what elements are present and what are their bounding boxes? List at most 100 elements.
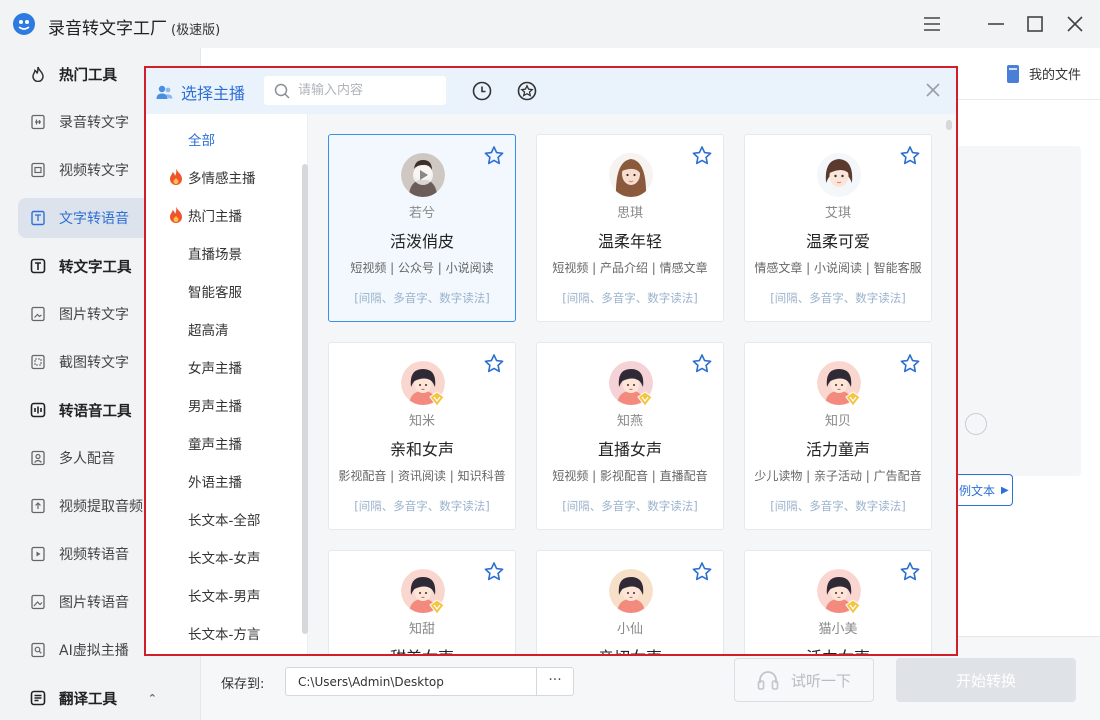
anchor-card[interactable]: 猫小美活力女声 bbox=[744, 550, 932, 654]
category-item[interactable]: 外语主播 bbox=[146, 462, 302, 500]
category-label: 超高清 bbox=[188, 323, 229, 339]
anchor-tags: 短视频 | 公众号 | 小说阅读 bbox=[350, 261, 494, 275]
category-item[interactable]: 智能客服 bbox=[146, 272, 302, 310]
category-item[interactable]: 长文本-女声 bbox=[146, 538, 302, 576]
video-file-icon bbox=[30, 162, 46, 178]
category-label: 长文本-全部 bbox=[188, 513, 261, 529]
close-dialog-icon[interactable] bbox=[924, 81, 942, 99]
anchor-card[interactable]: 知贝 活力童声 少儿读物 | 亲子活动 | 广告配音 [间隔、多音字、数字读法] bbox=[744, 342, 932, 530]
sidebar-item-label: 视频转文字 bbox=[59, 163, 129, 179]
category-item[interactable]: 超高清 bbox=[146, 310, 302, 348]
anchor-style: 温柔年轻 bbox=[597, 232, 662, 251]
anchor-name: 猫小美 bbox=[818, 622, 858, 637]
title-bar: 录音转文字工厂 (极速版) bbox=[0, 0, 1100, 48]
extract-audio-icon bbox=[30, 498, 46, 514]
anchor-card[interactable]: 知燕 直播女声 短视频 | 影视配音 | 直播配音 [间隔、多音字、数字读法] bbox=[536, 342, 724, 530]
maximize-icon[interactable] bbox=[1023, 12, 1047, 36]
grid-scrollbar[interactable] bbox=[946, 120, 952, 130]
sidebar-item-label: 录音转文字 bbox=[59, 115, 129, 131]
save-path-input[interactable] bbox=[285, 667, 536, 696]
category-label: 长文本-方言 bbox=[188, 627, 261, 643]
app-logo-icon bbox=[13, 13, 35, 35]
collapse-caret-icon[interactable]: ⌃ bbox=[148, 692, 157, 705]
text-t-icon bbox=[30, 258, 46, 274]
category-item[interactable]: 长文本-方言 bbox=[146, 614, 302, 652]
favorite-star-icon[interactable] bbox=[516, 80, 538, 102]
sidebar-item-label: 视频转语音 bbox=[59, 547, 129, 563]
favorite-star-icon[interactable] bbox=[899, 145, 921, 167]
sidebar-item-label: 文字转语音 bbox=[59, 211, 129, 227]
search-input[interactable] bbox=[298, 83, 438, 98]
start-convert-button[interactable]: 开始转换 bbox=[896, 658, 1076, 702]
category-item[interactable]: 长文本-男声 bbox=[146, 576, 302, 614]
category-item[interactable]: 女声主播 bbox=[146, 348, 302, 386]
anchor-card[interactable]: 知甜甜美女声 bbox=[328, 550, 516, 654]
translate-icon bbox=[30, 690, 46, 706]
anchor-tags: 短视频 | 产品介绍 | 情感文章 bbox=[552, 261, 708, 275]
anchor-name: 若兮 bbox=[408, 206, 435, 221]
close-window-icon[interactable] bbox=[1063, 12, 1087, 36]
category-label: 多情感主播 bbox=[188, 171, 256, 187]
sidebar-item-label: 多人配音 bbox=[59, 451, 115, 467]
anchor-style: 亲和女声 bbox=[389, 440, 454, 459]
anchor-features: [间隔、多音字、数字读法] bbox=[354, 499, 490, 513]
audio-file-icon bbox=[30, 114, 46, 130]
favorite-star-icon[interactable] bbox=[691, 353, 713, 375]
category-item[interactable]: 多情感主播 bbox=[146, 158, 302, 196]
my-files-label: 我的文件 bbox=[1028, 68, 1081, 83]
favorite-star-icon[interactable] bbox=[483, 353, 505, 375]
dialog-title: 选择主播 bbox=[156, 80, 245, 104]
my-files-button[interactable]: 我的文件 bbox=[1006, 64, 1081, 83]
browse-path-button[interactable]: ··· bbox=[536, 667, 574, 696]
sidebar-item-label: AI虚拟主播 bbox=[59, 643, 129, 659]
clock-history-icon[interactable] bbox=[471, 80, 493, 102]
example-text-label: 例文本 bbox=[959, 483, 996, 498]
search-box[interactable] bbox=[264, 76, 446, 105]
sidebar-item-label: 图片转文字 bbox=[59, 307, 129, 323]
anchor-name: 小仙 bbox=[616, 622, 643, 637]
start-label: 开始转换 bbox=[955, 671, 1016, 690]
play-file-icon bbox=[30, 546, 46, 562]
anchor-avatar bbox=[817, 153, 861, 197]
category-item[interactable]: 直播场景 bbox=[146, 234, 302, 272]
anchor-card[interactable]: 若兮 活泼俏皮 短视频 | 公众号 | 小说阅读 [间隔、多音字、数字读法] bbox=[328, 134, 516, 322]
preview-listen-button[interactable]: 试听一下 bbox=[734, 658, 874, 702]
example-text-button[interactable]: 例文本 ▶ bbox=[957, 474, 1013, 506]
sidebar-section[interactable]: 翻译工具 ⌃ bbox=[18, 678, 183, 718]
category-item[interactable]: 童声主播 bbox=[146, 424, 302, 462]
category-item[interactable]: 热门主播 bbox=[146, 196, 302, 234]
anchor-name: 知米 bbox=[408, 414, 435, 429]
favorite-star-icon[interactable] bbox=[691, 145, 713, 167]
category-item[interactable]: 全部 bbox=[146, 120, 302, 158]
anchor-card[interactable]: 知米 亲和女声 影视配音 | 资讯阅读 | 知识科普 [间隔、多音字、数字读法] bbox=[328, 342, 516, 530]
category-label: 童声主播 bbox=[188, 437, 242, 453]
screenshot-icon bbox=[30, 354, 46, 370]
category-item[interactable]: 长文本-全部 bbox=[146, 500, 302, 538]
edit-circle-icon[interactable] bbox=[965, 413, 987, 435]
favorite-star-icon[interactable] bbox=[899, 561, 921, 583]
favorite-star-icon[interactable] bbox=[483, 145, 505, 167]
users-icon bbox=[156, 85, 173, 99]
anchor-card[interactable]: 思琪 温柔年轻 短视频 | 产品介绍 | 情感文章 [间隔、多音字、数字读法] bbox=[536, 134, 724, 322]
app-edition: (极速版) bbox=[171, 23, 221, 38]
favorite-star-icon[interactable] bbox=[483, 561, 505, 583]
app-title-text: 录音转文字工厂 bbox=[48, 19, 167, 39]
category-label: 直播场景 bbox=[188, 247, 242, 263]
vip-badge-icon bbox=[845, 391, 861, 407]
vip-badge-icon bbox=[429, 599, 445, 615]
category-label: 全部 bbox=[188, 133, 215, 149]
anchor-style: 活泼俏皮 bbox=[389, 232, 454, 251]
anchor-card[interactable]: 艾琪 温柔可爱 情感文章 | 小说阅读 | 智能客服 [间隔、多音字、数字读法] bbox=[744, 134, 932, 322]
favorite-star-icon[interactable] bbox=[899, 353, 921, 375]
picture-icon bbox=[30, 594, 46, 610]
menu-icon[interactable] bbox=[920, 12, 944, 36]
anchor-card[interactable]: 小仙亲切女声 bbox=[536, 550, 724, 654]
favorite-star-icon[interactable] bbox=[691, 561, 713, 583]
minimize-icon[interactable] bbox=[984, 12, 1008, 36]
anchor-tags: 情感文章 | 小说阅读 | 智能客服 bbox=[754, 261, 922, 275]
app-title: 录音转文字工厂 (极速版) bbox=[48, 14, 220, 39]
category-label: 男声主播 bbox=[188, 399, 242, 415]
category-item[interactable]: 男声主播 bbox=[146, 386, 302, 424]
text-file-icon bbox=[30, 210, 46, 226]
anchor-name: 思琪 bbox=[616, 206, 643, 221]
